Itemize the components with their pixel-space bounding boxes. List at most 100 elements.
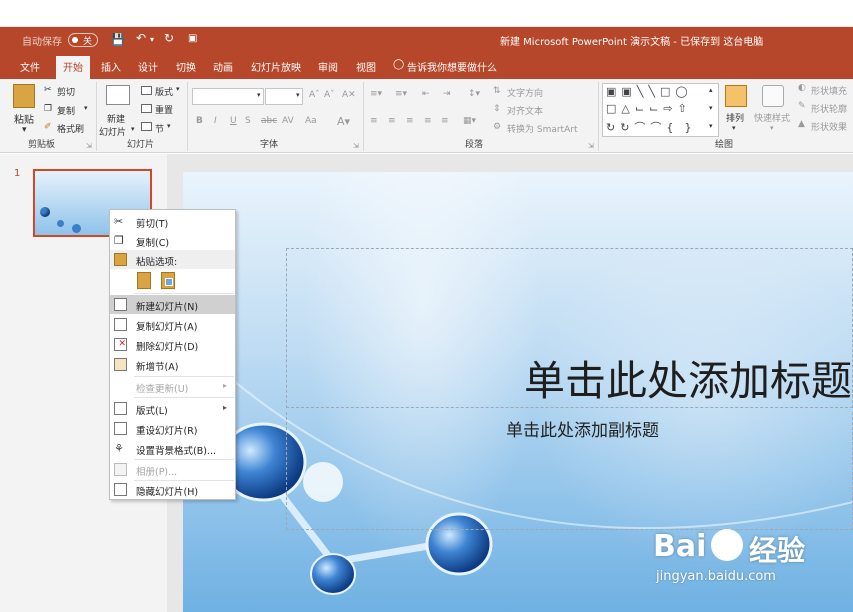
arrange-icon[interactable]	[725, 85, 747, 107]
menu-item-copy[interactable]: ❐ 复制(C)	[110, 231, 235, 250]
gallery-up-icon[interactable]: ▴	[709, 86, 713, 94]
shrink-font-icon[interactable]: Aˇ	[324, 90, 335, 100]
shape-effects-button[interactable]: 形状效果	[811, 120, 847, 133]
arrange-dropdown-icon[interactable]: ▾	[732, 124, 736, 132]
cut-button[interactable]: 剪切	[57, 85, 75, 98]
section-dropdown-icon[interactable]: ▾	[167, 122, 171, 130]
quick-styles-icon[interactable]	[762, 85, 784, 107]
toggle-state: 关	[83, 37, 93, 47]
tell-me-search[interactable]: 告诉我你想要做什么	[407, 59, 497, 74]
clear-format-icon[interactable]: A✕	[342, 90, 356, 100]
subtitle-placeholder[interactable]: 单击此处添加副标题	[286, 412, 853, 530]
menu-item-new-slide[interactable]: 新建幻灯片(N)	[110, 295, 235, 314]
menu-item-layout[interactable]: 版式(L) ▸	[110, 399, 235, 418]
paste-picture-icon[interactable]	[161, 272, 175, 289]
font-color-icon[interactable]: A▾	[337, 115, 350, 128]
layout-button[interactable]: 版式	[155, 85, 173, 98]
save-icon[interactable]: 💾	[111, 33, 125, 46]
bullets-icon[interactable]: ≡▾	[370, 89, 382, 99]
paste-use-destination-icon[interactable]	[137, 272, 151, 289]
new-slide-icon[interactable]	[106, 85, 130, 105]
gallery-down-icon[interactable]: ▾	[709, 104, 713, 112]
tab-transitions[interactable]: 切换	[176, 59, 196, 74]
autosave-toggle[interactable]: 关	[68, 33, 98, 47]
paste-dropdown-icon[interactable]: ▾	[22, 125, 27, 135]
menu-item-hide-slide[interactable]: 隐藏幻灯片(H)	[110, 480, 235, 499]
shadow-button[interactable]: S	[245, 116, 251, 126]
tab-insert[interactable]: 插入	[101, 59, 121, 74]
present-icon[interactable]: ▣	[188, 33, 197, 44]
format-painter-button[interactable]: 格式刷	[57, 122, 84, 135]
tab-view[interactable]: 视图	[356, 59, 376, 74]
shapes-row-2[interactable]: □△⌙⌙⇨⇧	[606, 102, 692, 115]
columns-icon[interactable]: ▦▾	[463, 116, 476, 126]
menu-item-duplicate-slide[interactable]: 复制幻灯片(A)	[110, 315, 235, 334]
new-slide-button-line2[interactable]: 幻灯片	[99, 125, 126, 138]
tab-animations[interactable]: 动画	[213, 59, 233, 74]
undo-icon[interactable]: ↶	[136, 31, 146, 45]
slide-canvas[interactable]: 单击此处添加标题 单击此处添加副标题 Bai 经验 jingyan.baidu.…	[183, 172, 853, 612]
strikethrough-button[interactable]: abc	[261, 116, 277, 126]
align-text-button[interactable]: 对齐文本	[507, 104, 543, 117]
tab-home[interactable]: 开始	[56, 56, 90, 79]
tab-slideshow[interactable]: 幻灯片放映	[251, 59, 301, 74]
shape-fill-button[interactable]: 形状填充	[811, 84, 847, 97]
italic-button[interactable]: I	[214, 116, 217, 126]
copy-button[interactable]: 复制	[57, 104, 75, 117]
slide-title[interactable]: 单击此处添加标题	[524, 347, 852, 407]
change-case-button[interactable]: Aa	[305, 116, 317, 126]
align-center-icon[interactable]: ≡	[388, 116, 396, 126]
numbering-icon[interactable]: ≡▾	[395, 89, 407, 99]
title-placeholder[interactable]: 单击此处添加标题	[286, 248, 853, 408]
text-direction-button[interactable]: 文字方向	[507, 86, 543, 99]
align-left-icon[interactable]: ≡	[370, 116, 378, 126]
paste-icon[interactable]	[13, 84, 35, 108]
convert-smartart-button[interactable]: 转换为 SmartArt	[507, 122, 577, 135]
group-label-drawing: 绘图	[715, 140, 734, 150]
slide-subtitle[interactable]: 单击此处添加副标题	[506, 416, 659, 441]
justify-icon[interactable]: ≡	[424, 116, 432, 126]
quick-styles-button[interactable]: 快速样式	[754, 111, 790, 124]
paragraph-launcher-icon[interactable]: ⇲	[588, 142, 594, 150]
menu-item-add-section[interactable]: 新增节(A)	[110, 355, 235, 374]
paste-button[interactable]: 粘贴	[14, 111, 34, 126]
section-button[interactable]: 节	[155, 122, 164, 135]
align-right-icon[interactable]: ≡	[406, 116, 414, 126]
character-spacing-button[interactable]: AV	[282, 116, 294, 126]
font-name-dropdown-icon[interactable]: ▾	[257, 91, 261, 99]
distribute-icon[interactable]: ≡	[441, 116, 449, 126]
font-size-dropdown-icon[interactable]: ▾	[296, 91, 300, 99]
grow-font-icon[interactable]: Aˆ	[309, 90, 320, 100]
shape-fill-icon: ◐	[798, 83, 806, 93]
layout-dropdown-icon[interactable]: ▾	[176, 85, 180, 93]
menu-item-reset-slide[interactable]: 重设幻灯片(R)	[110, 419, 235, 438]
tab-file[interactable]: 文件	[20, 59, 40, 74]
decrease-indent-icon[interactable]: ⇤	[422, 89, 430, 99]
reset-button[interactable]: 重置	[155, 103, 173, 116]
new-slide-button-line1[interactable]: 新建	[107, 112, 125, 125]
clipboard-launcher-icon[interactable]: ⇲	[86, 142, 92, 150]
redo-icon[interactable]: ↻	[164, 31, 174, 45]
arrange-button[interactable]: 排列	[726, 111, 744, 124]
copy-dropdown-icon[interactable]: ▾	[84, 104, 88, 112]
bold-button[interactable]: B	[196, 116, 203, 126]
font-launcher-icon[interactable]: ⇲	[353, 142, 359, 150]
new-slide-dropdown-icon[interactable]: ▾	[131, 125, 135, 133]
section-icon	[141, 122, 152, 131]
quick-styles-dropdown-icon[interactable]: ▾	[770, 124, 774, 132]
menu-item-cut[interactable]: ✂ 剪切(T)	[110, 212, 235, 231]
shape-outline-button[interactable]: 形状轮廓	[811, 102, 847, 115]
shapes-row-1[interactable]: ▣▣╲╲□◯	[606, 85, 693, 98]
menu-item-format-background[interactable]: ⚘ 设置背景格式(B)...	[110, 439, 235, 458]
increase-indent-icon[interactable]: ⇥	[443, 89, 451, 99]
gallery-more-icon[interactable]: ▾	[709, 122, 713, 130]
tab-review[interactable]: 审阅	[318, 59, 338, 74]
underline-button[interactable]: U	[230, 116, 237, 126]
menu-item-delete-slide[interactable]: ✕ 删除幻灯片(D)	[110, 335, 235, 354]
tab-design[interactable]: 设计	[138, 59, 158, 74]
shapes-gallery[interactable]: ▣▣╲╲□◯ □△⌙⌙⇨⇧ ↻↻⌒⌒{ } ▴ ▾ ▾	[602, 83, 719, 137]
undo-dropdown-icon[interactable]: ▾	[150, 35, 154, 44]
shapes-row-3[interactable]: ↻↻⌒⌒{ }	[606, 119, 697, 135]
line-spacing-icon[interactable]: ↕▾	[468, 89, 480, 99]
font-name-input[interactable]	[192, 88, 264, 105]
